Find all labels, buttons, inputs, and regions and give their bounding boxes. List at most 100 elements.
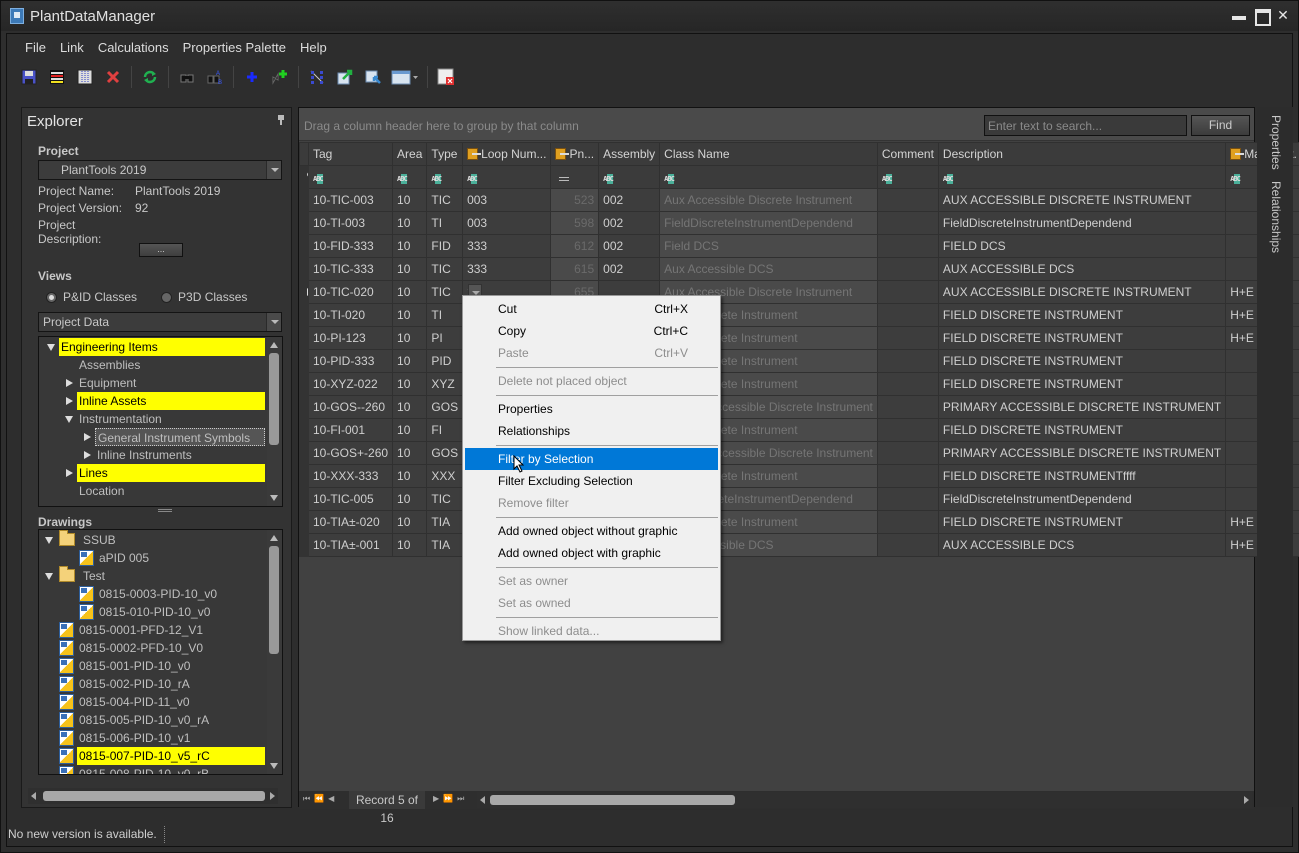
row-indicator[interactable]: [299, 418, 309, 442]
cell-type[interactable]: PI: [426, 326, 464, 350]
row-indicator[interactable]: [299, 326, 309, 350]
find-button[interactable]: Find: [1191, 115, 1250, 136]
delete-icon[interactable]: [102, 66, 124, 88]
row-indicator[interactable]: [299, 464, 309, 488]
scroll-down-icon[interactable]: [270, 763, 278, 769]
row-indicator[interactable]: [299, 188, 309, 212]
cell-loop-number[interactable]: 333: [462, 234, 552, 258]
cell-tag[interactable]: 10-TIC-333: [307, 257, 394, 281]
collapsed-arrow-icon[interactable]: [83, 433, 92, 442]
drawing-item[interactable]: 0815-007-PID-10_v5_rC: [39, 747, 265, 765]
link-icon[interactable]: [306, 66, 328, 88]
cell-tag[interactable]: 10-TIC-005: [307, 487, 394, 511]
row-indicator[interactable]: [299, 211, 309, 235]
filter-cell[interactable]: ABC: [426, 165, 464, 189]
column-header-loop-number[interactable]: Loop Num...: [462, 142, 552, 166]
class-tree-item[interactable]: General Instrument Symbols: [39, 428, 265, 446]
last-record-icon[interactable]: ⏭: [457, 794, 464, 804]
cell-description[interactable]: FieldDiscreteInstrumentDependend: [937, 487, 1227, 511]
class-tree-item[interactable]: Lines: [39, 464, 265, 482]
cell-area[interactable]: 10: [392, 234, 428, 258]
scroll-thumb[interactable]: [269, 353, 279, 445]
table-row[interactable]: 10-TI-020 10 TI Field Discrete Instrument FI…: [299, 303, 1299, 327]
column-header-class-name[interactable]: Class Name: [659, 142, 878, 166]
class-tree-item[interactable]: Assemblies: [39, 356, 265, 374]
row-indicator[interactable]: [299, 510, 309, 534]
table-row[interactable]: 10-TIA±-00110TIAAux Accessible DCSAUX AC…: [299, 533, 1299, 557]
table-row[interactable]: 10-PI-123 10 PI Field Discrete Instrument FI…: [299, 326, 1299, 350]
row-indicator[interactable]: [299, 372, 309, 396]
cell-type[interactable]: TI: [426, 303, 464, 327]
table-row[interactable]: 10-TIC-003 10 TIC 003 523 002 Aux Accessible D…: [299, 188, 1299, 212]
cell-description[interactable]: FIELD DISCRETE INSTRUMENT: [937, 418, 1227, 442]
filter-contains-icon[interactable]: ABC: [313, 174, 327, 184]
cell-area[interactable]: 10: [392, 441, 428, 465]
cell-comment[interactable]: [876, 234, 939, 258]
row-indicator[interactable]: [299, 487, 309, 511]
table-row[interactable]: 10-TIC-02010TIC20655Aux Accessible Discr…: [299, 280, 1299, 304]
table-row[interactable]: 10-XXX-333 10 XXX Field Discrete Instrument…: [299, 464, 1299, 488]
class-tree-item[interactable]: Inline Instruments: [39, 446, 265, 464]
drawing-item[interactable]: 0815-0001-PFD-12_V1: [39, 621, 265, 639]
cell-loop-number[interactable]: 003: [462, 211, 552, 235]
cell-comment[interactable]: [876, 303, 939, 327]
filter-contains-icon[interactable]: ABC: [882, 174, 896, 184]
cell-class-name[interactable]: Aux Accessible Discrete Instrument: [659, 188, 878, 212]
column-header-description[interactable]: Description: [937, 142, 1227, 166]
context-menu-item-cut[interactable]: Cut Ctrl+X: [465, 298, 718, 320]
view-options-icon[interactable]: [390, 66, 420, 88]
context-menu-item-delete-not-placed-object[interactable]: Delete not placed object: [465, 370, 718, 392]
cell-type[interactable]: TIC: [426, 280, 464, 304]
cell-loop-number[interactable]: 003: [462, 188, 552, 212]
column-header-type[interactable]: Type: [426, 142, 464, 166]
cell-description[interactable]: FIELD DISCRETE INSTRUMENT: [937, 372, 1227, 396]
cell-type[interactable]: GOS: [426, 441, 464, 465]
cell-area[interactable]: 10: [392, 303, 428, 327]
filter-contains-icon[interactable]: ABC: [431, 174, 445, 184]
cell-description[interactable]: FIELD DISCRETE INSTRUMENT: [937, 510, 1227, 534]
drawing-item[interactable]: 0815-0003-PID-10_v0: [39, 585, 265, 603]
cell-description[interactable]: PRIMARY ACCESSIBLE DISCRETE INSTRUMENT: [937, 441, 1227, 465]
cell-comment[interactable]: [876, 418, 939, 442]
refresh-icon[interactable]: [139, 66, 161, 88]
cell-area[interactable]: 10: [392, 487, 428, 511]
data-view-combo[interactable]: Project Data: [38, 312, 282, 332]
radio-p3d-classes[interactable]: [161, 291, 173, 303]
context-menu-item-set-as-owner[interactable]: Set as owner: [465, 570, 718, 592]
scroll-right-icon[interactable]: [1244, 796, 1249, 804]
row-indicator[interactable]: [299, 349, 309, 373]
collapsed-arrow-icon[interactable]: [65, 469, 74, 478]
cell-tag[interactable]: 10-TI-020: [307, 303, 394, 327]
radio-pid-classes-label[interactable]: P&ID Classes: [63, 290, 137, 304]
drawing-item[interactable]: 0815-010-PID-10_v0: [39, 603, 265, 621]
table-row[interactable]: 10-GOS--260 10 GOS Primary Accessible Discr…: [299, 395, 1299, 419]
cell-assembly[interactable]: 002: [598, 257, 661, 281]
cell-loop-number[interactable]: 333: [462, 257, 552, 281]
menu-file[interactable]: File: [18, 38, 53, 58]
cell-type[interactable]: TIC: [426, 487, 464, 511]
context-menu-item-set-as-owned[interactable]: Set as owned: [465, 592, 718, 614]
scroll-up-icon[interactable]: [270, 342, 278, 348]
cell-description[interactable]: FIELD DISCRETE INSTRUMENT: [937, 303, 1227, 327]
cell-tag[interactable]: 10-GOS+-260: [307, 441, 394, 465]
table-row[interactable]: 10-TIC-333 10 TIC 333 615 002 Aux Accessible D…: [299, 257, 1299, 281]
drawing-folder-item[interactable]: SSUB: [39, 530, 265, 549]
cell-area[interactable]: 10: [392, 510, 428, 534]
cell-tag[interactable]: 10-TI-003: [307, 211, 394, 235]
cell-type[interactable]: TIC: [426, 257, 464, 281]
cell-tag[interactable]: 10-FID-333: [307, 234, 394, 258]
cell-comment[interactable]: [876, 326, 939, 350]
context-menu-item-relationships[interactable]: Relationships: [465, 420, 718, 442]
cell-area[interactable]: 10: [392, 188, 428, 212]
cell-description[interactable]: AUX ACCESSIBLE DCS: [937, 257, 1227, 281]
cell-pn[interactable]: 615: [550, 257, 600, 281]
expanded-arrow-icon[interactable]: [45, 536, 54, 545]
cell-type[interactable]: FI: [426, 418, 464, 442]
filter-cell[interactable]: ABC: [937, 165, 1227, 189]
row-indicator[interactable]: [299, 395, 309, 419]
cell-type[interactable]: TIC: [426, 188, 464, 212]
cell-area[interactable]: 10: [392, 418, 428, 442]
cell-type[interactable]: TIA: [426, 533, 464, 557]
menu-link[interactable]: Link: [53, 38, 91, 58]
project-combo[interactable]: PlantTools 2019: [38, 160, 282, 180]
